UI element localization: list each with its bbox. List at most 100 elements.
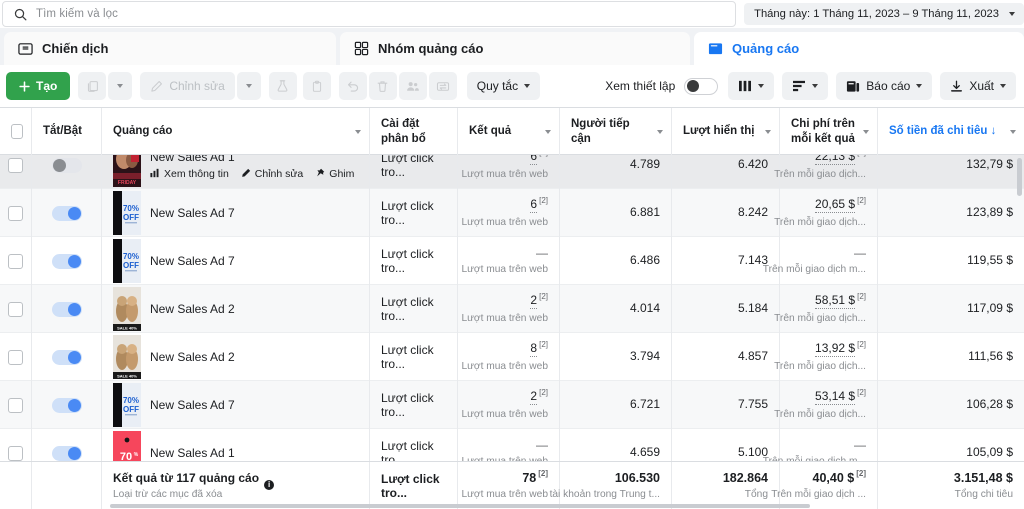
- edit-button[interactable]: Chỉnh sửa: [140, 72, 235, 100]
- horizontal-scrollbar-thumb[interactable]: [110, 504, 810, 508]
- create-button[interactable]: Tạo: [6, 72, 71, 100]
- chevron-down-icon[interactable]: [765, 129, 771, 134]
- column-header-toggle[interactable]: Tắt/Bật: [32, 108, 102, 155]
- row-result-cell: 2 [2] Lượt mua trên web: [458, 381, 560, 429]
- table-row[interactable]: 70% OFF New Sales Ad 7 Lượt click tro... 6 [2…: [0, 189, 1024, 237]
- row-checkbox[interactable]: [8, 445, 23, 461]
- row-toggle-cell[interactable]: [32, 285, 102, 333]
- view-setup-switch[interactable]: [684, 77, 719, 95]
- row-status-toggle[interactable]: [51, 301, 82, 317]
- table-body[interactable]: FRIDAY New Sales Ad 1 Xem thông tin Chỉnh s…: [0, 155, 1024, 509]
- row-select-cell[interactable]: [0, 381, 32, 429]
- toggle-knob: [67, 302, 81, 316]
- row-status-toggle[interactable]: [51, 349, 82, 365]
- clipboard-button[interactable]: [302, 72, 331, 100]
- row-checkbox[interactable]: [8, 349, 23, 365]
- column-header-amount-spent[interactable]: Số tiền đã chi tiêu ↓: [878, 108, 1024, 155]
- row-toggle-cell[interactable]: [32, 189, 102, 237]
- row-cost-cell: 22,13 $[2] Trên mỗi giao dịch...: [774, 155, 878, 189]
- svg-text:%: %: [134, 452, 139, 458]
- ad-name[interactable]: New Sales Ad 7: [150, 206, 235, 220]
- ad-name[interactable]: New Sales Ad 7: [150, 398, 235, 412]
- row-ad-cell[interactable]: SALE 40% New Sales Ad 2: [102, 333, 370, 381]
- table-row[interactable]: SALE 40% New Sales Ad 2 Lượt click tro... 8…: [0, 333, 1024, 381]
- tab-ads-label: Quảng cáo: [732, 41, 800, 56]
- columns-button[interactable]: [728, 72, 775, 100]
- row-status-toggle[interactable]: [51, 253, 82, 269]
- row-checkbox[interactable]: [8, 205, 23, 221]
- chevron-down-icon[interactable]: [1010, 129, 1016, 134]
- column-header-impressions[interactable]: Lượt hiển thị: [672, 108, 780, 155]
- row-status-toggle[interactable]: [51, 157, 82, 173]
- tab-adsets[interactable]: Nhóm quảng cáo: [340, 32, 690, 65]
- row-toggle-cell[interactable]: [32, 155, 102, 189]
- row-action-pin[interactable]: Ghim: [315, 168, 354, 181]
- row-action-insights[interactable]: Xem thông tin: [150, 168, 229, 181]
- create-button-label: Tạo: [36, 79, 58, 93]
- chevron-down-icon[interactable]: [863, 129, 869, 134]
- table-row[interactable]: 70% OFF New Sales Ad 7 Lượt click tro... 2 [2…: [0, 381, 1024, 429]
- row-checkbox[interactable]: [8, 157, 23, 173]
- edit-menu-button[interactable]: [236, 72, 261, 100]
- row-ad-cell[interactable]: FRIDAY New Sales Ad 1 Xem thông tin Chỉnh s…: [102, 155, 370, 189]
- row-ad-cell[interactable]: 70% OFF New Sales Ad 7: [102, 189, 370, 237]
- pin-icon: [315, 168, 325, 181]
- date-range-picker[interactable]: Tháng này: 1 Tháng 11, 2023 – 9 Tháng 11…: [744, 3, 1024, 25]
- row-select-cell[interactable]: [0, 155, 32, 189]
- ab-test-button[interactable]: [268, 72, 297, 100]
- refresh-button[interactable]: [428, 72, 457, 100]
- row-toggle-cell[interactable]: [32, 237, 102, 285]
- row-checkbox[interactable]: [8, 301, 23, 317]
- table-row[interactable]: 70% OFF New Sales Ad 7 Lượt click tro... — Lư…: [0, 237, 1024, 285]
- row-select-cell[interactable]: [0, 333, 32, 381]
- ad-name[interactable]: New Sales Ad 2: [150, 350, 235, 364]
- reports-button[interactable]: Báo cáo: [836, 72, 933, 100]
- table-row[interactable]: SALE 40% New Sales Ad 2 Lượt click tro... 2…: [0, 285, 1024, 333]
- export-button[interactable]: Xuất: [940, 72, 1016, 100]
- table-row[interactable]: FRIDAY New Sales Ad 1 Xem thông tin Chỉnh s…: [0, 155, 1024, 189]
- row-ad-cell[interactable]: SALE 40% New Sales Ad 2: [102, 285, 370, 333]
- row-select-cell[interactable]: [0, 237, 32, 285]
- row-action-edit[interactable]: Chỉnh sửa: [241, 168, 303, 181]
- chevron-down-icon[interactable]: [355, 129, 361, 134]
- row-checkbox[interactable]: [8, 397, 23, 413]
- row-ad-cell[interactable]: 70% OFF New Sales Ad 7: [102, 237, 370, 285]
- info-icon[interactable]: i: [264, 479, 275, 490]
- undo-button[interactable]: [338, 72, 367, 100]
- ad-name[interactable]: New Sales Ad 7: [150, 254, 235, 268]
- duplicate-button[interactable]: [78, 72, 107, 100]
- tab-ads[interactable]: Quảng cáo: [694, 32, 1024, 65]
- row-status-toggle[interactable]: [51, 205, 82, 221]
- select-all-checkbox[interactable]: [11, 124, 23, 139]
- rules-button[interactable]: Quy tắc: [466, 72, 541, 100]
- ad-name[interactable]: New Sales Ad 2: [150, 302, 235, 316]
- column-header-result[interactable]: Kết quả: [458, 108, 560, 155]
- row-select-cell[interactable]: [0, 285, 32, 333]
- row-checkbox[interactable]: [8, 253, 23, 269]
- chevron-down-icon[interactable]: [657, 129, 663, 134]
- column-header-cost-per-result[interactable]: Chi phí trên mỗi kết quả: [780, 108, 878, 155]
- row-cost-sublabel: Trên mỗi giao dịch...: [774, 216, 866, 228]
- view-setup-toggle[interactable]: Xem thiết lập: [605, 77, 719, 95]
- row-toggle-cell[interactable]: [32, 333, 102, 381]
- delete-button[interactable]: [368, 72, 397, 100]
- column-header-ad[interactable]: Quảng cáo: [102, 108, 370, 155]
- tab-campaigns[interactable]: Chiến dịch: [4, 32, 336, 65]
- audience-button[interactable]: [398, 72, 427, 100]
- row-select-cell[interactable]: [0, 189, 32, 237]
- ad-name[interactable]: New Sales Ad 1: [150, 446, 235, 460]
- ad-name[interactable]: New Sales Ad 1: [150, 155, 354, 164]
- breakdown-button[interactable]: [782, 72, 829, 100]
- vertical-scrollbar-thumb[interactable]: [1017, 158, 1022, 196]
- pencil-icon: [241, 168, 251, 181]
- row-status-toggle[interactable]: [51, 445, 82, 461]
- column-header-amount-spent-label: Số tiền đã chi tiêu ↓: [889, 125, 997, 138]
- column-header-reach[interactable]: Người tiếp cận: [560, 108, 672, 155]
- chevron-down-icon[interactable]: [545, 129, 551, 134]
- search-input[interactable]: Tìm kiếm và lọc: [2, 1, 737, 27]
- column-header-alloc[interactable]: Cài đặt phân bổ: [370, 108, 458, 155]
- row-ad-cell[interactable]: 70% OFF New Sales Ad 7: [102, 381, 370, 429]
- duplicate-menu-button[interactable]: [108, 72, 133, 100]
- row-status-toggle[interactable]: [51, 397, 82, 413]
- row-toggle-cell[interactable]: [32, 381, 102, 429]
